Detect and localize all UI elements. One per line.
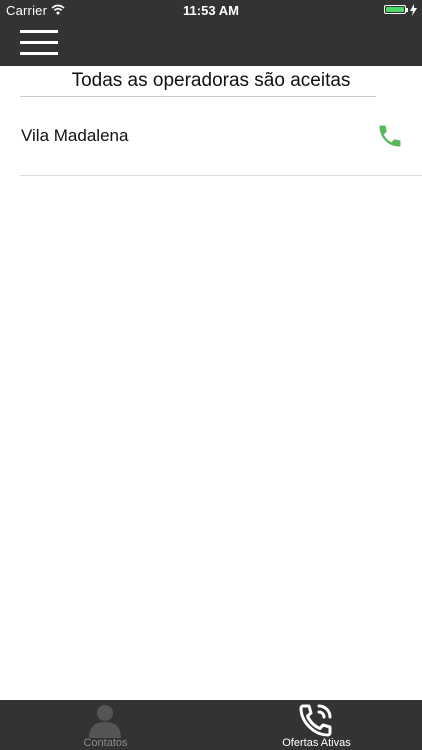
tab-label: Contatos [83,737,128,749]
charging-icon [410,4,417,16]
list-item[interactable]: Vila Madalena [20,106,422,176]
tab-bar: Contatos Ofertas Ativas [0,700,422,750]
menu-line [20,41,58,44]
tab-label: Ofertas Ativas [282,737,351,749]
tab-contatos[interactable]: Contatos [0,700,211,750]
battery-level [386,7,404,12]
person-icon [89,705,121,738]
battery-tip [406,8,408,12]
banner-divider [20,96,376,97]
list-item-name: Vila Madalena [21,126,129,145]
hamburger-menu-icon[interactable] [20,28,60,58]
status-time: 11:53 AM [183,3,239,18]
menu-line [20,30,58,33]
navigation-bar [0,22,422,66]
status-bar: Carrier 11:53 AM [0,0,422,22]
phone-call-icon [299,704,332,737]
tab-ofertas-ativas[interactable]: Ofertas Ativas [211,700,422,750]
operators-banner: Todas as operadoras são aceitas [71,70,351,91]
battery-icon [384,5,406,14]
menu-line [20,52,58,55]
phone-icon[interactable] [376,122,404,150]
